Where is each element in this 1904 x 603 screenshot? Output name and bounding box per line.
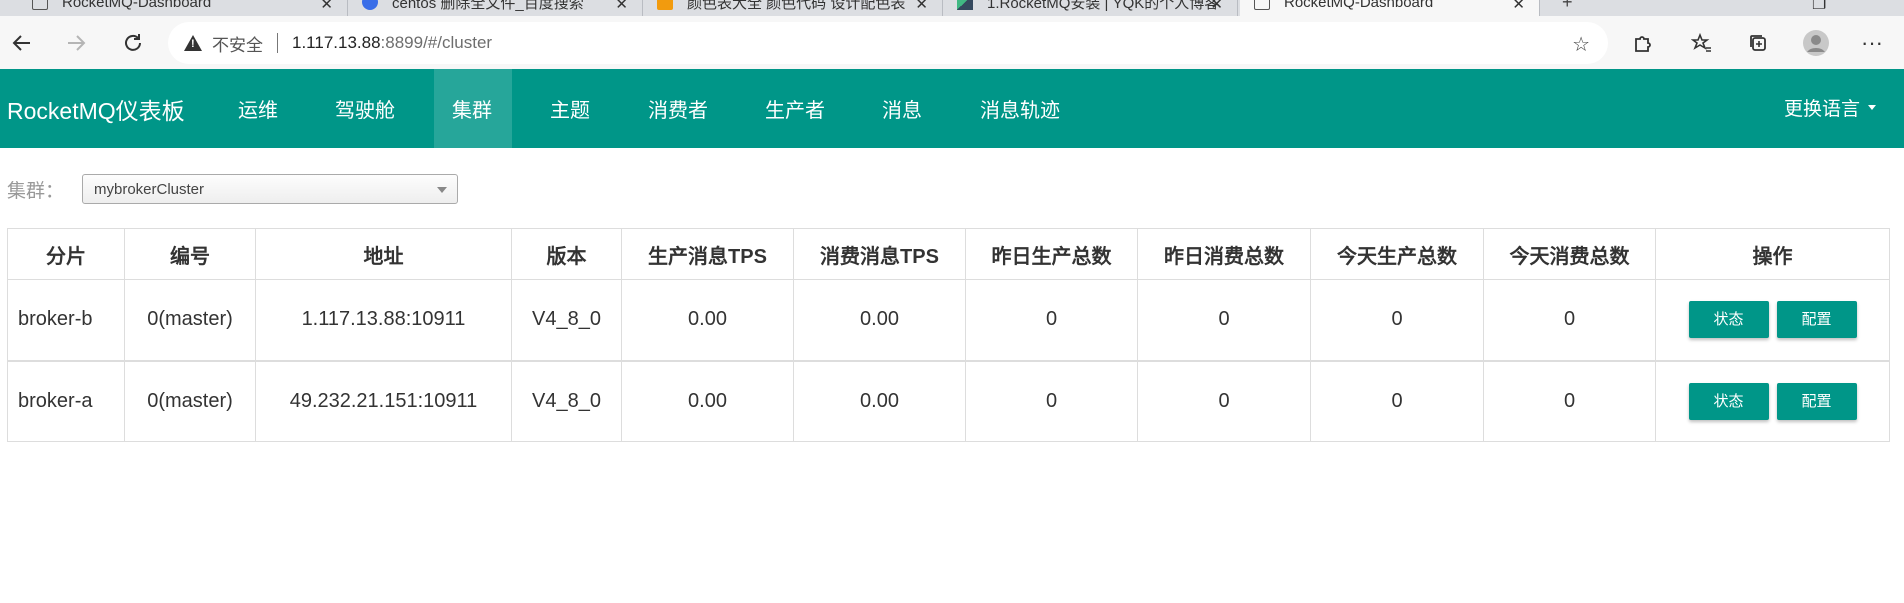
config-button[interactable]: 配置 — [1776, 301, 1857, 339]
new-tab-icon[interactable]: + — [1562, 0, 1573, 13]
security-label[interactable]: 不安全 — [212, 31, 263, 56]
column-header: 生产消息TPS — [621, 228, 794, 280]
cell-yesterday-consume: 0 — [1137, 359, 1311, 442]
extensions-icon[interactable] — [1628, 29, 1656, 57]
caret-down-icon — [1868, 105, 1876, 110]
cell-address: 49.232.21.151:10911 — [255, 359, 512, 442]
column-header: 今天生产总数 — [1310, 228, 1484, 280]
cell-version: V4_8_0 — [511, 359, 622, 442]
column-header: 分片 — [7, 228, 125, 280]
dropdown-arrow-icon — [437, 187, 447, 193]
browser-tab[interactable]: 1.RocketMQ安装 | YQK的个人博客 ✕ — [943, 0, 1238, 16]
close-icon[interactable]: ✕ — [915, 0, 928, 13]
cluster-label: 集群： — [7, 181, 65, 202]
cell-actions: 状态 配置 — [1655, 279, 1890, 361]
nav-item-message[interactable]: 消息 — [864, 69, 940, 148]
cell-id: 0(master) — [124, 359, 256, 442]
tab-title: 颜色表大全 颜色代码 设计配色表 — [687, 0, 906, 12]
cell-today-consume: 0 — [1483, 279, 1656, 361]
cell-consume-tps: 0.00 — [793, 359, 966, 442]
tab-title: RocketMQ-Dashboard — [1284, 0, 1434, 11]
profile-avatar-icon[interactable] — [1802, 29, 1830, 57]
column-header: 操作 — [1655, 228, 1890, 280]
language-label: 更换语言 — [1783, 99, 1860, 120]
status-button[interactable]: 状态 — [1688, 301, 1769, 339]
nav-item-consumer[interactable]: 消费者 — [630, 69, 726, 148]
address-bar[interactable]: 不安全 1.117.13.88:8899/#/cluster ☆ — [168, 22, 1608, 64]
cluster-select-value: mybrokerCluster — [94, 180, 205, 198]
baidu-icon — [362, 0, 378, 10]
nav-item-cockpit[interactable]: 驾驶舱 — [317, 69, 413, 148]
cluster-select[interactable]: mybrokerCluster — [82, 174, 458, 204]
app-navbar: RocketMQ仪表板 运维 驾驶舱 集群 主题 消费者 生产者 消息 消息轨迹… — [0, 69, 1904, 148]
cell-yesterday-consume: 0 — [1137, 279, 1311, 361]
tab-title: RocketMQ-Dashboard — [62, 0, 212, 11]
table-header-row: 分片 编号 地址 版本 生产消息TPS 消费消息TPS 昨日生产总数 昨日消费总… — [7, 228, 1890, 280]
column-header: 编号 — [124, 228, 256, 280]
favorites-icon[interactable] — [1688, 29, 1716, 57]
cell-shard: broker-a — [7, 359, 125, 442]
brand-title[interactable]: RocketMQ仪表板 — [7, 92, 185, 126]
language-dropdown[interactable]: 更换语言 — [1784, 94, 1876, 121]
cell-shard: broker-b — [7, 279, 125, 361]
table-row: broker-b 0(master) 1.117.13.88:10911 V4_… — [7, 279, 1890, 361]
back-arrow-icon[interactable] — [8, 29, 36, 57]
browser-tab[interactable]: centos 删除全文件_百度搜索 ✕ — [348, 0, 643, 16]
column-header: 昨日消费总数 — [1137, 228, 1311, 280]
column-header: 昨日生产总数 — [965, 228, 1138, 280]
tab-title: 1.RocketMQ安装 | YQK的个人博客 — [987, 0, 1220, 12]
warning-icon[interactable] — [184, 35, 202, 51]
cell-yesterday-produce: 0 — [965, 359, 1138, 442]
cell-consume-tps: 0.00 — [793, 279, 966, 361]
cell-version: V4_8_0 — [511, 279, 622, 361]
cell-today-produce: 0 — [1310, 279, 1484, 361]
close-icon[interactable]: ✕ — [615, 0, 628, 13]
close-icon[interactable]: ✕ — [1210, 0, 1223, 13]
broker-table: 分片 编号 地址 版本 生产消息TPS 消费消息TPS 昨日生产总数 昨日消费总… — [7, 228, 1890, 442]
document-icon — [32, 0, 48, 10]
config-button[interactable]: 配置 — [1776, 382, 1857, 420]
browser-tab-strip: RocketMQ-Dashboard ✕ centos 删除全文件_百度搜索 ✕… — [0, 0, 1904, 16]
cell-actions: 状态 配置 — [1655, 359, 1890, 442]
column-header: 地址 — [255, 228, 512, 280]
table-row: broker-a 0(master) 49.232.21.151:10911 V… — [7, 359, 1890, 442]
browser-tab[interactable]: RocketMQ-Dashboard ✕ — [18, 0, 348, 16]
url-path[interactable]: :8899/#/cluster — [381, 33, 493, 53]
nav-item-cluster[interactable]: 集群 — [434, 69, 512, 148]
nav-item-producer[interactable]: 生产者 — [747, 69, 843, 148]
column-header: 消费消息TPS — [793, 228, 966, 280]
more-menu-icon[interactable]: ··· — [1858, 29, 1886, 57]
cell-today-produce: 0 — [1310, 359, 1484, 442]
refresh-icon[interactable] — [119, 29, 147, 57]
collections-icon[interactable] — [1744, 29, 1772, 57]
forward-arrow-icon[interactable] — [62, 29, 90, 57]
cell-yesterday-produce: 0 — [965, 279, 1138, 361]
cell-address: 1.117.13.88:10911 — [255, 279, 512, 361]
vue-icon — [957, 0, 973, 10]
close-icon[interactable]: ✕ — [1512, 0, 1525, 13]
browser-tab-active[interactable]: RocketMQ-Dashboard ✕ — [1240, 0, 1540, 16]
add-favorite-icon[interactable]: ☆ — [1572, 32, 1590, 57]
tab-title: centos 删除全文件_百度搜索 — [392, 0, 584, 12]
document-icon — [1254, 0, 1270, 10]
cell-produce-tps: 0.00 — [621, 359, 794, 442]
cell-produce-tps: 0.00 — [621, 279, 794, 361]
column-header: 今天消费总数 — [1483, 228, 1656, 280]
browser-tab[interactable]: 颜色表大全 颜色代码 设计配色表 ✕ — [643, 0, 943, 16]
nav-item-message-trace[interactable]: 消息轨迹 — [962, 69, 1078, 148]
nav-item-topic[interactable]: 主题 — [532, 69, 608, 148]
separator — [277, 33, 278, 53]
cell-today-consume: 0 — [1483, 359, 1656, 442]
restore-window-icon[interactable]: ❐ — [1812, 0, 1826, 14]
close-icon[interactable]: ✕ — [320, 0, 333, 13]
status-button[interactable]: 状态 — [1688, 382, 1769, 420]
cell-id: 0(master) — [124, 279, 256, 361]
column-header: 版本 — [511, 228, 622, 280]
nav-item-ops[interactable]: 运维 — [220, 69, 296, 148]
url-host[interactable]: 1.117.13.88 — [292, 33, 381, 53]
bookmark-icon — [657, 0, 673, 10]
browser-toolbar: 不安全 1.117.13.88:8899/#/cluster ☆ ··· — [0, 16, 1904, 70]
